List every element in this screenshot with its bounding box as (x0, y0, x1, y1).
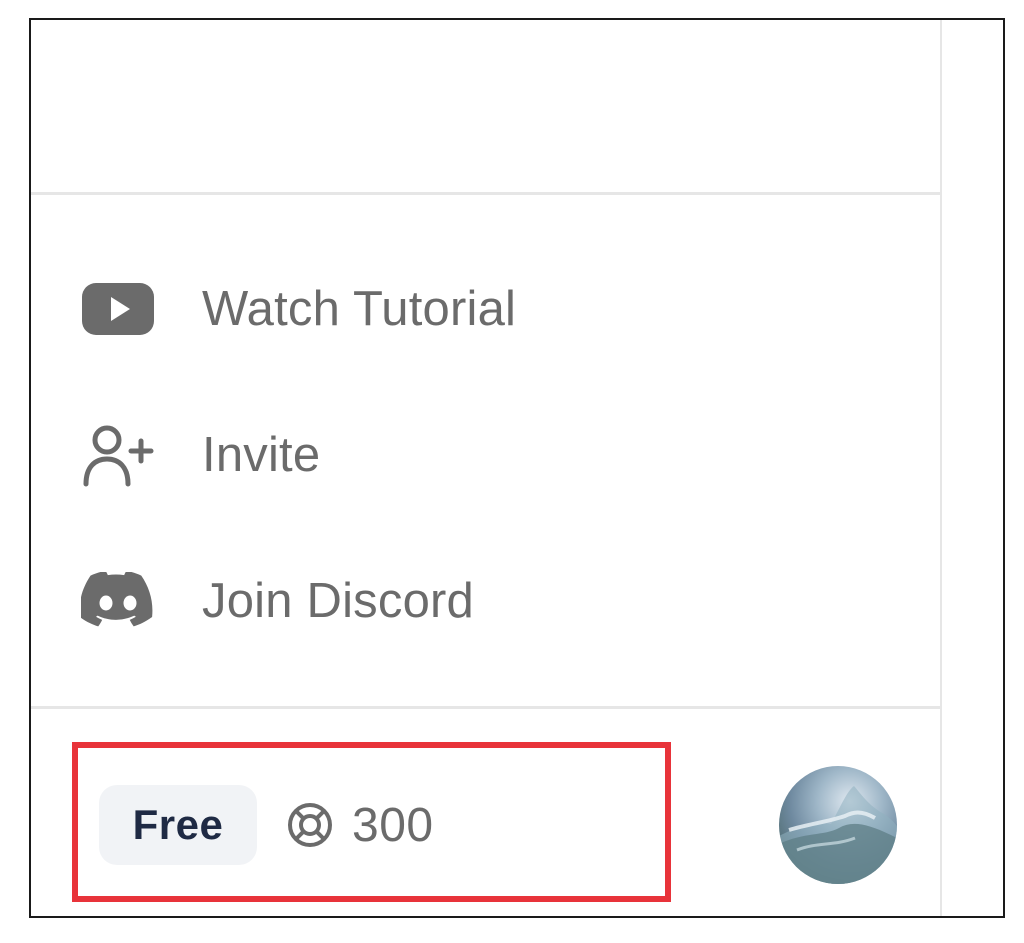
sidebar-footer: Free 300 (31, 709, 940, 916)
youtube-icon (81, 277, 157, 341)
sidebar-menu: Watch Tutorial Invite Join Discord (31, 195, 940, 709)
app-frame: Watch Tutorial Invite Join Discord Free … (29, 18, 1005, 918)
user-plus-icon (81, 423, 157, 487)
sidebar-top-area (31, 20, 940, 195)
credits-display[interactable]: 300 (286, 785, 434, 865)
menu-item-label: Invite (202, 428, 321, 482)
menu-item-invite[interactable]: Invite (81, 415, 320, 495)
user-avatar[interactable] (779, 766, 897, 884)
credits-value: 300 (352, 798, 434, 852)
menu-item-label: Watch Tutorial (202, 282, 517, 336)
menu-item-join-discord[interactable]: Join Discord (81, 561, 474, 641)
discord-icon (81, 569, 157, 633)
sidebar: Watch Tutorial Invite Join Discord Free … (31, 20, 942, 916)
menu-item-label: Join Discord (202, 574, 474, 628)
plan-badge[interactable]: Free (99, 785, 257, 865)
lifebuoy-icon (286, 801, 334, 849)
menu-item-watch-tutorial[interactable]: Watch Tutorial (81, 269, 516, 349)
